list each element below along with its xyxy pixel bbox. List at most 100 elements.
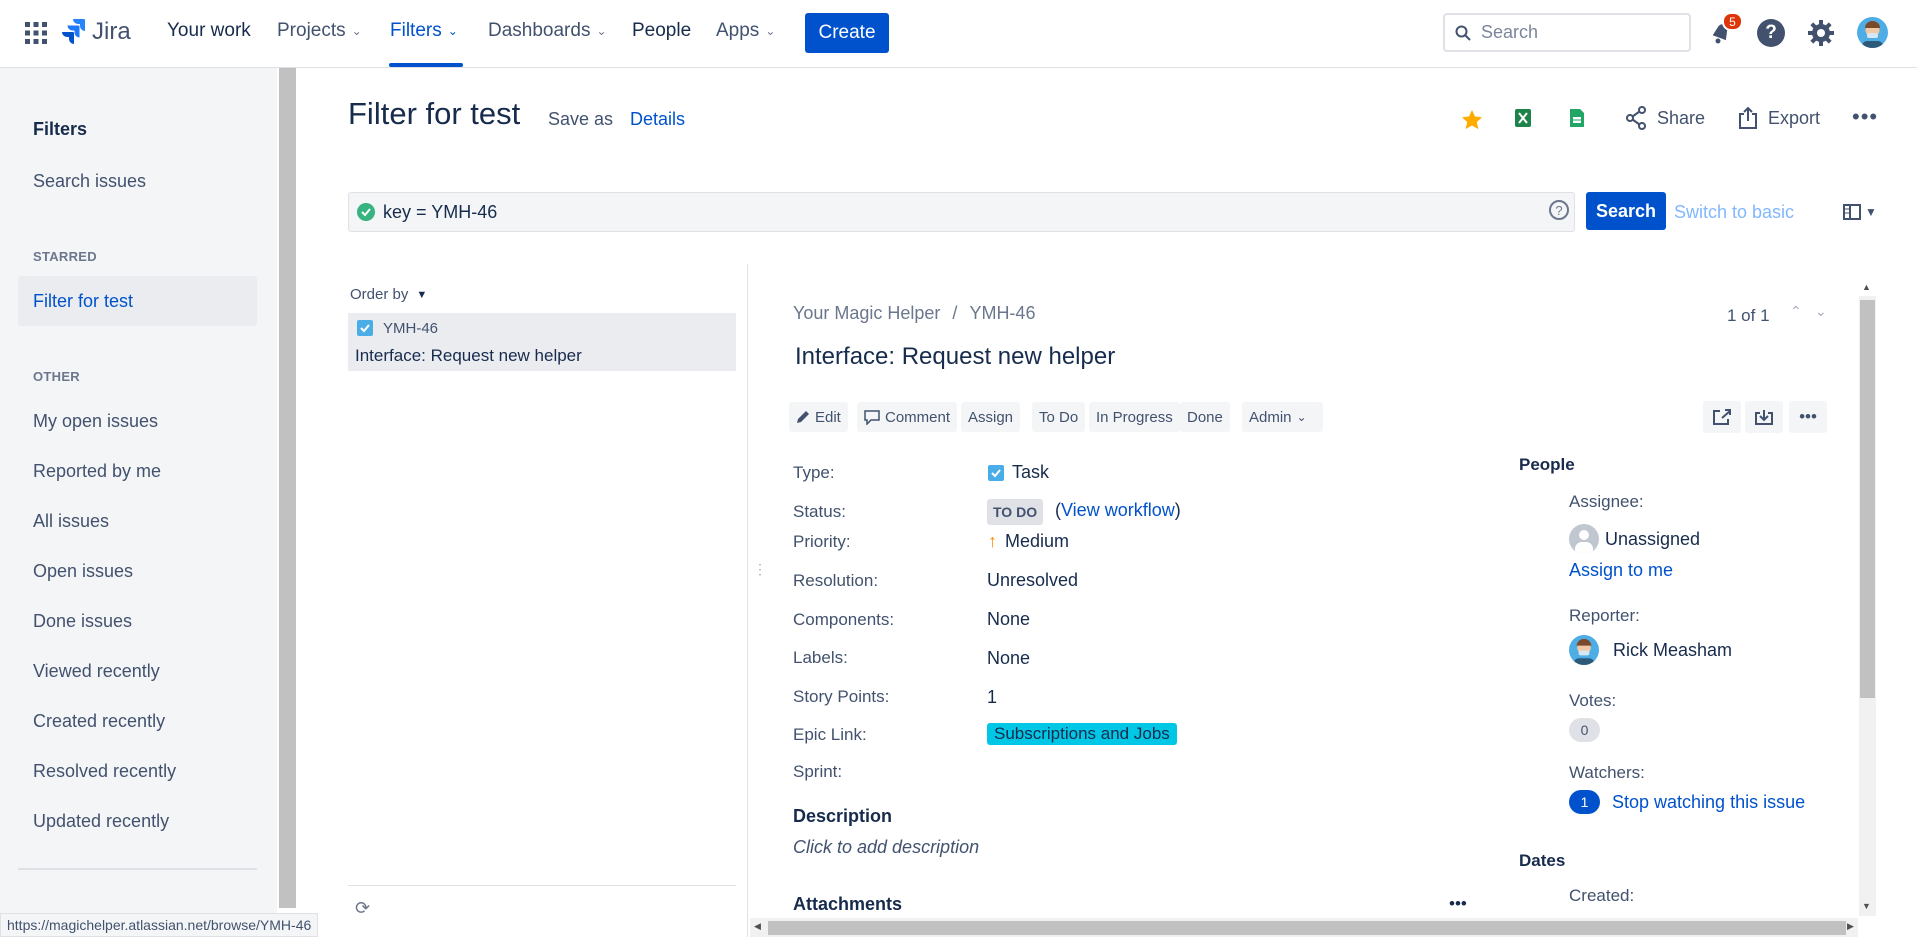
comment-button[interactable]: Comment <box>857 402 958 432</box>
nav-filters[interactable]: Filters ⌄ <box>390 20 458 42</box>
save-as-button[interactable]: Save as <box>548 109 613 130</box>
pencil-icon <box>797 411 809 423</box>
attachments-more-icon[interactable]: ••• <box>1449 894 1467 914</box>
nav-apps-label: Apps <box>716 20 760 41</box>
excel-export-icon[interactable] <box>1514 108 1532 133</box>
assign-button[interactable]: Assign <box>961 402 1021 432</box>
jql-help-icon[interactable]: ? <box>1549 200 1569 220</box>
status-label: Status: <box>793 502 846 521</box>
nav-projects-label: Projects <box>277 20 346 41</box>
more-issue-actions-button[interactable]: ••• <box>1789 401 1827 433</box>
nav-dashboards[interactable]: Dashboards ⌄ <box>488 20 607 42</box>
breadcrumb-issue-key[interactable]: YMH-46 <box>969 303 1035 324</box>
nav-people-label: People <box>632 20 692 41</box>
sidebar-title: Filters <box>33 119 88 139</box>
horizontal-scrollbar-thumb[interactable] <box>768 921 1846 935</box>
scroll-left-arrow-icon[interactable]: ◀ <box>754 921 761 932</box>
priority-value-text: Medium <box>1005 531 1070 551</box>
assignee-value[interactable]: Unassigned <box>1569 524 1700 554</box>
scroll-down-arrow-icon[interactable]: ▼ <box>1862 901 1871 911</box>
jql-query-input[interactable]: key = YMH-46 <box>348 192 1575 232</box>
pager-next-icon[interactable]: ⌄ <box>1815 303 1827 320</box>
share-icon <box>1626 106 1646 130</box>
admin-menu-button[interactable]: Admin ⌄ <box>1242 402 1323 432</box>
status-in-progress-button[interactable]: In Progress <box>1089 402 1180 432</box>
export-button[interactable]: Export <box>1738 106 1820 130</box>
nav-people[interactable]: People <box>632 20 691 42</box>
edit-button[interactable]: Edit <box>789 402 848 432</box>
view-workflow-link[interactable]: View workflow <box>1061 500 1175 520</box>
components-label: Components: <box>793 610 895 629</box>
epic-link-label: Epic Link: <box>793 725 867 744</box>
details-button[interactable]: Details <box>630 109 685 130</box>
export-icon <box>1739 106 1757 129</box>
sidebar-item-reported-by-me[interactable]: Reported by me <box>33 461 161 482</box>
sidebar-item-created-recently[interactable]: Created recently <box>33 711 165 732</box>
sidebar-item-done-issues[interactable]: Done issues <box>33 611 132 632</box>
sidebar-item-updated-recently[interactable]: Updated recently <box>33 811 169 832</box>
export-issue-button[interactable] <box>1745 401 1783 433</box>
epic-link-lozenge[interactable]: Subscriptions and Jobs <box>987 723 1177 745</box>
pager-prev-icon[interactable]: ⌃ <box>1790 303 1802 320</box>
description-placeholder[interactable]: Click to add description <box>793 837 979 858</box>
panel-resize-handle[interactable]: ⋮ <box>753 562 767 576</box>
sheets-export-icon[interactable] <box>1569 108 1585 133</box>
votes-count-badge[interactable]: 0 <box>1569 718 1600 742</box>
list-item[interactable]: YMH-46 Interface: Request new helper <box>348 313 736 371</box>
nav-your-work[interactable]: Your work <box>167 20 251 42</box>
watchers-label: Watchers: <box>1569 763 1645 782</box>
assign-to-me-link[interactable]: Assign to me <box>1569 560 1673 581</box>
sidebar-item-my-open-issues[interactable]: My open issues <box>33 411 158 432</box>
breadcrumb-project[interactable]: Your Magic Helper <box>793 303 940 324</box>
sidebar-item-open-issues[interactable]: Open issues <box>33 561 133 582</box>
jira-logo-icon <box>62 19 85 44</box>
issue-summary[interactable]: Interface: Request new helper <box>795 343 1115 371</box>
refresh-icon[interactable]: ⟳ <box>355 898 370 919</box>
nav-projects[interactable]: Projects ⌄ <box>277 20 362 42</box>
settings-gear-icon[interactable] <box>1806 18 1836 53</box>
scroll-up-arrow-icon[interactable]: ▲ <box>1862 282 1871 292</box>
share-button[interactable]: Share <box>1625 106 1705 130</box>
help-icon[interactable]: ? <box>1757 19 1785 47</box>
sidebar <box>0 68 277 937</box>
jira-logo[interactable]: Jira <box>62 18 131 46</box>
app-switcher-icon[interactable] <box>25 22 47 44</box>
nav-dashboards-label: Dashboards <box>488 20 591 41</box>
layout-switcher-icon[interactable]: ▼ <box>1843 204 1877 220</box>
watchers-count-badge[interactable]: 1 <box>1569 790 1600 814</box>
stop-watching-link[interactable]: Stop watching this issue <box>1612 792 1805 813</box>
sidebar-item-filter-for-test[interactable]: Filter for test <box>33 291 133 312</box>
nav-apps[interactable]: Apps ⌄ <box>716 20 775 42</box>
sidebar-item-all-issues[interactable]: All issues <box>33 511 109 532</box>
sidebar-item-search-issues[interactable]: Search issues <box>33 171 146 192</box>
sidebar-item-viewed-recently[interactable]: Viewed recently <box>33 661 160 682</box>
scroll-right-arrow-icon[interactable]: ▶ <box>1847 921 1854 932</box>
star-icon[interactable] <box>1460 108 1484 137</box>
more-actions-icon[interactable]: ••• <box>1852 104 1878 130</box>
sidebar-item-resolved-recently[interactable]: Resolved recently <box>33 761 176 782</box>
search-button[interactable]: Search <box>1586 192 1666 230</box>
chevron-down-icon: ⌄ <box>1296 410 1307 424</box>
user-avatar[interactable] <box>1857 17 1888 48</box>
sidebar-divider <box>18 868 257 870</box>
global-search-input[interactable]: Search <box>1443 13 1691 52</box>
priority-medium-icon: ↑ <box>988 531 997 551</box>
share-issue-button[interactable] <box>1703 401 1741 433</box>
default-avatar-icon <box>1569 524 1599 554</box>
sidebar-scrollbar[interactable] <box>279 68 296 908</box>
switch-to-basic-link[interactable]: Switch to basic <box>1674 202 1794 223</box>
create-button[interactable]: Create <box>805 13 889 53</box>
reporter-value[interactable]: Rick Measham <box>1569 635 1732 665</box>
status-done-button[interactable]: Done <box>1180 402 1230 432</box>
story-points-value[interactable]: 1 <box>987 687 997 708</box>
status-todo-button[interactable]: To Do <box>1032 402 1086 432</box>
components-value[interactable]: None <box>987 609 1030 630</box>
chevron-down-icon: ⌄ <box>596 24 607 38</box>
panel-divider <box>747 264 748 937</box>
labels-value[interactable]: None <box>987 648 1030 669</box>
order-by-button[interactable]: Order by ▼ <box>350 286 427 303</box>
detail-scrollbar-thumb[interactable] <box>1860 300 1875 698</box>
reporter-label: Reporter: <box>1569 606 1640 625</box>
type-value-text: Task <box>1012 462 1050 482</box>
status-lozenge: TO DO <box>987 499 1044 525</box>
